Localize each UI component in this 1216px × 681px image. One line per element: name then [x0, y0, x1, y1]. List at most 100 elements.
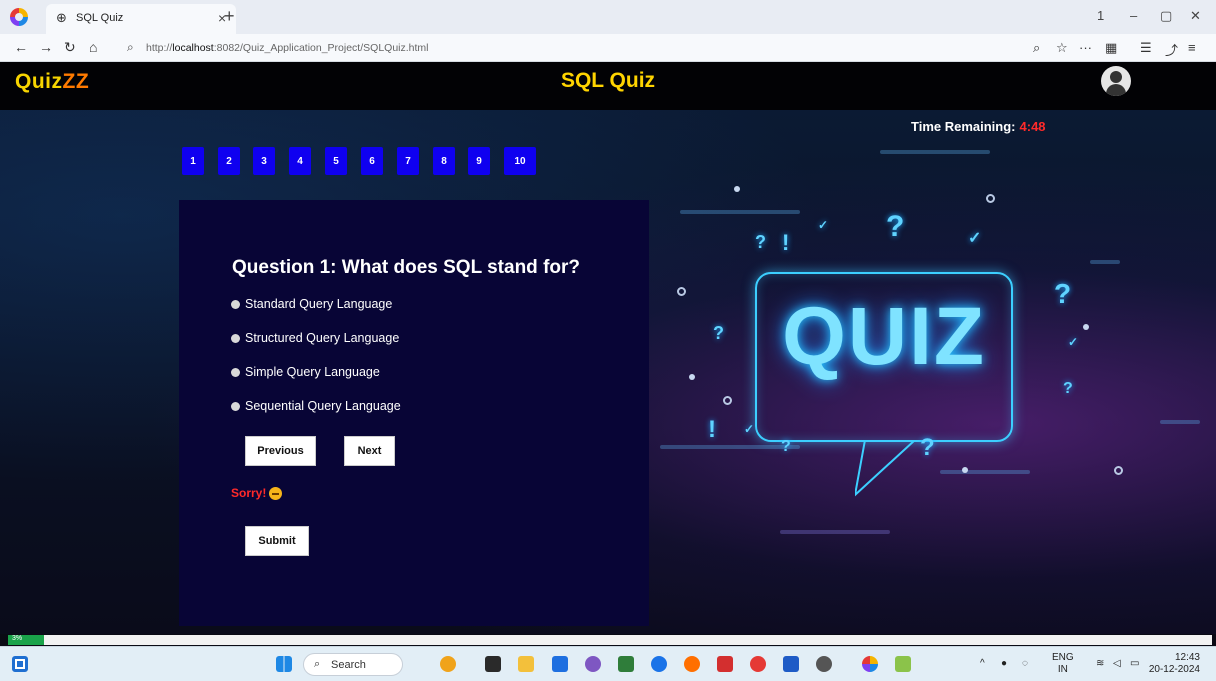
task-view-icon[interactable] [485, 656, 501, 672]
app-icon[interactable] [552, 656, 568, 672]
avatar[interactable] [1101, 66, 1131, 96]
question-nav-button-4[interactable]: 4 [289, 147, 311, 175]
security-icon[interactable] [717, 656, 733, 672]
close-window-icon[interactable]: ✕ [1190, 8, 1201, 24]
back-icon[interactable]: ← [14, 39, 28, 55]
home-icon[interactable]: ⌂ [89, 39, 97, 55]
edge-icon[interactable] [651, 656, 667, 672]
app-icon[interactable] [440, 656, 456, 672]
app-icon[interactable] [585, 656, 601, 672]
circle-icon [723, 396, 732, 405]
user-icon [1110, 71, 1122, 83]
question-nav-button-8[interactable]: 8 [433, 147, 455, 175]
question-mark-icon: ? [781, 438, 791, 455]
tray-icon[interactable]: ◌ [1022, 658, 1028, 670]
taskbar: ⌕ Search ^ ● ◌ ENG IN ≋ ◁ ▭ 12:43 20-12-20… [0, 646, 1216, 681]
zoom-icon[interactable]: ⌕ [1033, 40, 1040, 56]
app-icon[interactable] [895, 656, 911, 672]
radio-button[interactable] [231, 299, 240, 309]
question-text: Question 1: What does SQL stand for? [232, 257, 581, 278]
tab-count-icon[interactable]: 1 [1097, 8, 1104, 23]
question-card: Question 1: What does SQL stand for? Sta… [179, 200, 649, 626]
question-nav-button-7[interactable]: 7 [397, 147, 419, 175]
search-icon: ⌕ [314, 658, 321, 670]
circle-icon [986, 194, 995, 203]
sad-face-icon [269, 486, 283, 500]
progress-bar: 3% [8, 635, 1212, 645]
browser-logo-icon [10, 8, 28, 26]
submit-button[interactable]: Submit [245, 526, 309, 556]
file-explorer-icon[interactable] [518, 656, 534, 672]
dot-icon [689, 374, 695, 380]
timer-label: Time Remaining: [911, 119, 1016, 134]
dot-icon [734, 186, 740, 192]
next-button[interactable]: Next [344, 436, 395, 466]
taskbar-search[interactable]: ⌕ Search [303, 653, 403, 676]
wifi-icon[interactable]: ≋ [1096, 658, 1104, 670]
chevron-up-icon[interactable]: ^ [980, 658, 985, 670]
app-icon[interactable] [816, 656, 832, 672]
illustration-text: QUIZ [782, 291, 986, 382]
restore-icon[interactable]: ▢ [1160, 8, 1172, 24]
more-icon[interactable]: ··· [1079, 40, 1092, 55]
language-indicator[interactable]: ENG IN [1052, 652, 1074, 676]
reload-icon[interactable]: ↻ [64, 39, 76, 56]
battery-icon[interactable]: ▭ [1130, 658, 1139, 670]
dot-icon [1083, 324, 1089, 330]
question-nav-button-5[interactable]: 5 [325, 147, 347, 175]
radio-button[interactable] [231, 333, 240, 343]
question-nav-button-1[interactable]: 1 [182, 147, 204, 175]
check-icon: ✓ [1068, 335, 1079, 349]
volume-icon[interactable]: ◁ [1113, 658, 1121, 670]
main-area: Time Remaining: 4:48 1 2 3 4 5 6 7 8 9 10… [0, 110, 1216, 634]
answer-option[interactable]: Sequential Query Language [231, 399, 401, 413]
option-label: Standard Query Language [245, 297, 393, 311]
minimize-icon[interactable]: – [1130, 8, 1137, 23]
option-label: Sequential Query Language [245, 399, 401, 413]
url-field[interactable]: http://localhost:8082/Quiz_Application_P… [146, 42, 429, 54]
question-nav-button-9[interactable]: 9 [468, 147, 490, 175]
question-mark-icon: ? [886, 210, 905, 243]
answer-option[interactable]: Simple Query Language [231, 365, 380, 379]
favorites-list-icon[interactable]: ☰ [1140, 40, 1152, 56]
tab-title: SQL Quiz [76, 12, 124, 24]
browser-icon[interactable] [862, 656, 878, 672]
forward-icon[interactable]: → [39, 39, 53, 55]
question-nav-button-6[interactable]: 6 [361, 147, 383, 175]
browser-icon[interactable] [684, 656, 700, 672]
question-nav-button-2[interactable]: 2 [218, 147, 240, 175]
word-icon[interactable] [783, 656, 799, 672]
tray-icon[interactable]: ● [1001, 658, 1007, 670]
question-nav-button-3[interactable]: 3 [253, 147, 275, 175]
radio-button[interactable] [231, 367, 240, 377]
check-icon: ✓ [744, 422, 755, 436]
menu-icon[interactable]: ≡ [1188, 40, 1196, 55]
answer-option[interactable]: Structured Query Language [231, 331, 399, 345]
start-icon[interactable] [276, 656, 292, 672]
radio-button[interactable] [231, 401, 240, 411]
speech-bubble: QUIZ [755, 272, 1013, 442]
app-icon[interactable] [618, 656, 634, 672]
clock[interactable]: 12:43 20-12-2024 [1148, 652, 1200, 676]
check-icon: ✓ [968, 230, 982, 247]
question-nav-button-10[interactable]: 10 [504, 147, 536, 175]
dot-icon [962, 467, 968, 473]
answer-option[interactable]: Standard Query Language [231, 297, 392, 311]
favorite-star-icon[interactable]: ☆ [1056, 40, 1068, 56]
feedback-text: Sorry! [231, 486, 267, 500]
question-mark-icon: ? [1063, 380, 1073, 397]
browser-tab[interactable]: ⊕ SQL Quiz × [46, 4, 236, 34]
exclamation-icon: ! [708, 416, 716, 443]
apps-icon[interactable]: ▦ [1105, 40, 1117, 56]
app-icon[interactable] [750, 656, 766, 672]
widgets-icon[interactable] [12, 656, 28, 672]
check-icon: ✓ [818, 218, 829, 232]
previous-button[interactable]: Previous [245, 436, 316, 466]
circle-icon [1114, 466, 1123, 475]
timer: Time Remaining: 4:48 [911, 119, 1046, 134]
question-mark-icon: ? [713, 323, 724, 343]
app-header: QuizZZ SQL Quiz [0, 62, 1216, 110]
new-tab-icon[interactable]: + [224, 6, 235, 27]
progress-label: 3% [12, 635, 23, 642]
share-icon[interactable]: ⤴ [1165, 40, 1178, 59]
